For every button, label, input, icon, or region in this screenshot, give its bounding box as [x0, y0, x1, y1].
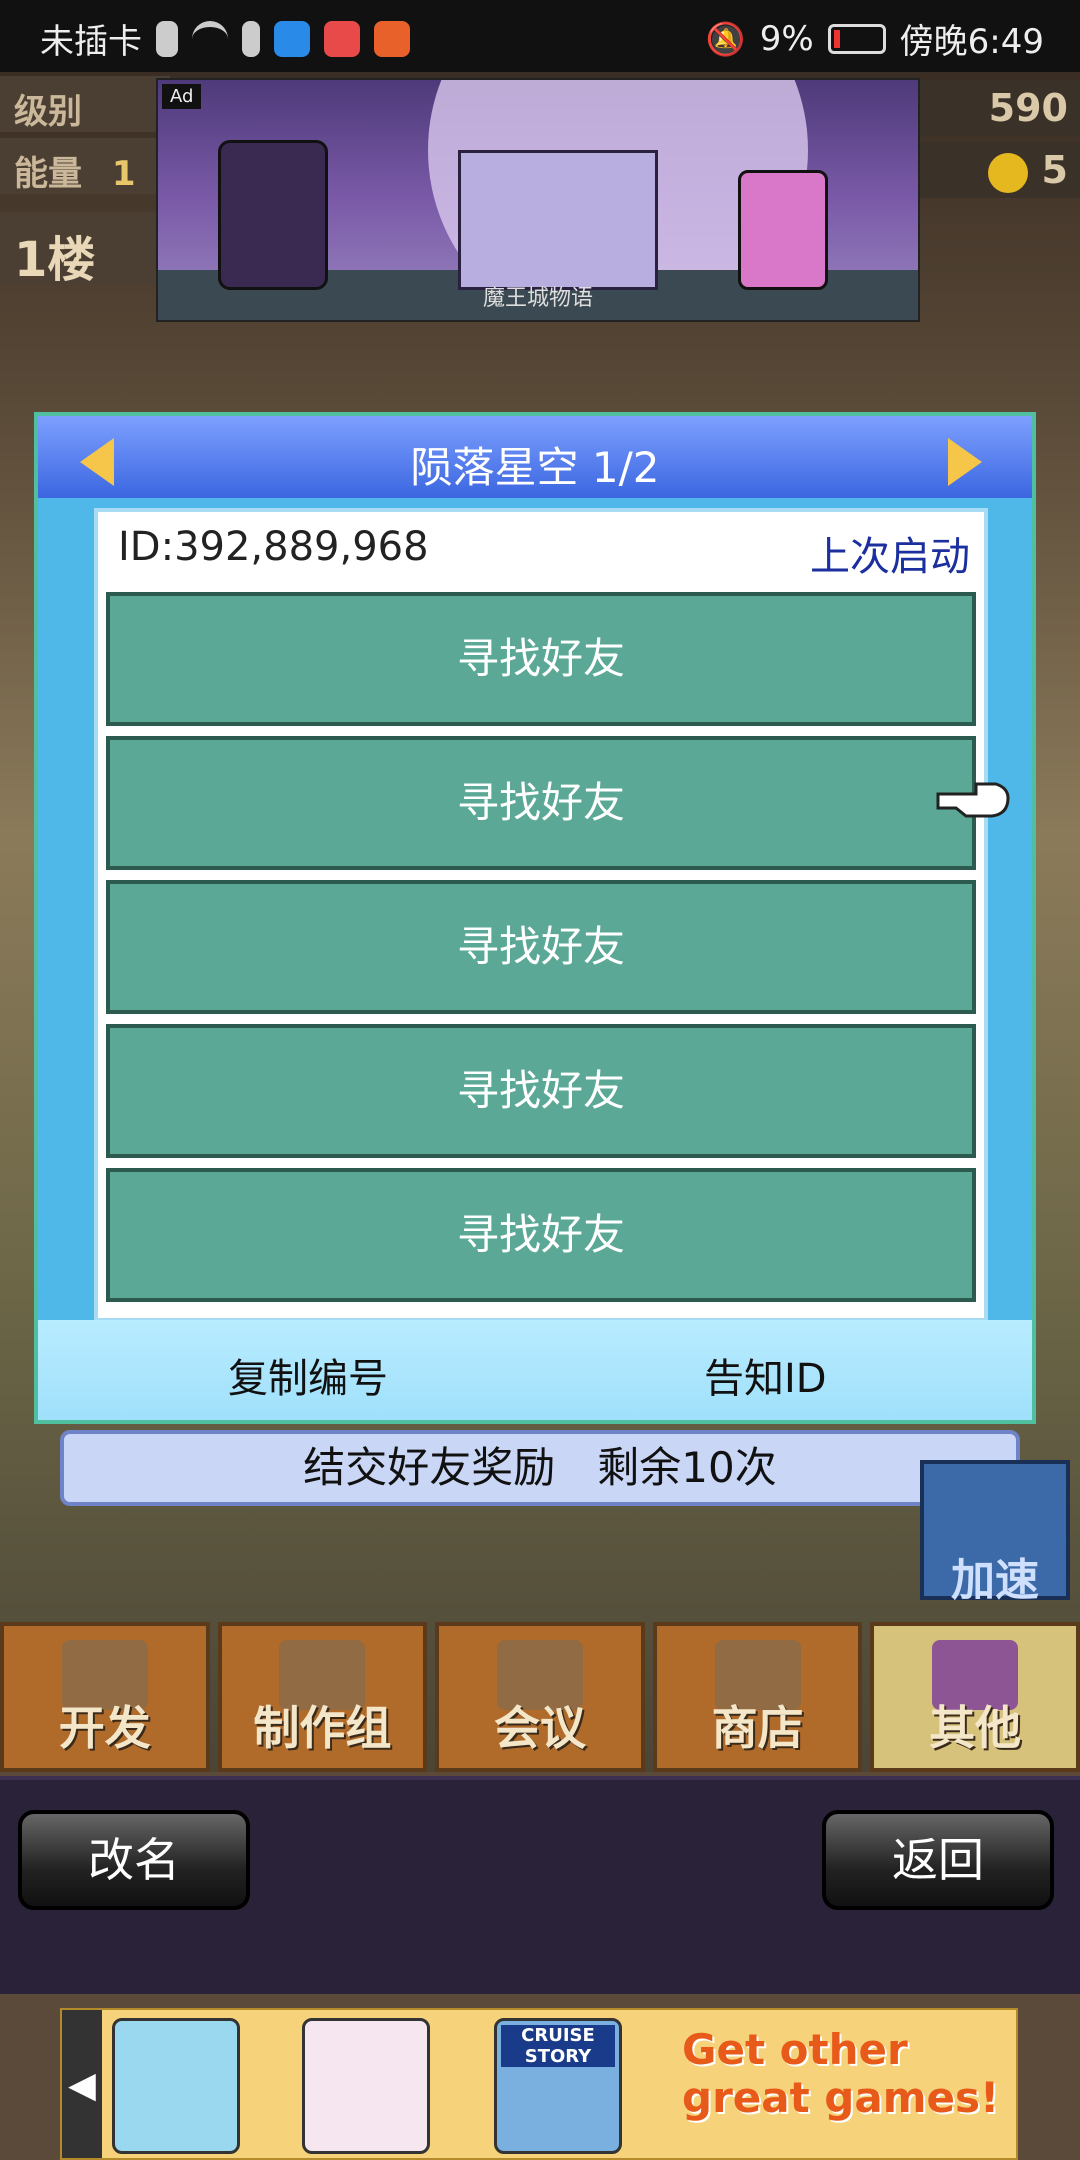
find-friend-button[interactable]: 寻找好友: [106, 736, 976, 870]
coins-value: 5: [1041, 148, 1068, 192]
bottom-ad-banner[interactable]: ◀ CRUISE STORY Get other great games!: [60, 2008, 1018, 2160]
find-friend-button[interactable]: 寻找好友: [106, 592, 976, 726]
hud-energy: 能量 1: [0, 138, 170, 194]
sim-icon: [156, 20, 178, 57]
friend-dialog: 陨落星空 1/2 ID:392,889,968 上次启动 寻找好友 寻找好友 寻…: [34, 412, 1036, 1424]
hud-level: 级别: [0, 76, 170, 132]
player-id: ID:392,889,968: [118, 524, 429, 570]
battery-icon: [827, 23, 886, 54]
demon-character-image: [218, 140, 328, 290]
floor-badge: 1楼: [0, 212, 170, 288]
energy-label: 能量: [14, 154, 82, 194]
game-thumbnail-cruise[interactable]: CRUISE STORY: [494, 2018, 622, 2154]
clock-text: 傍晚6:49: [899, 22, 1044, 62]
tab-label: 制作组: [253, 1701, 392, 1755]
back-button[interactable]: 返回: [822, 1810, 1054, 1910]
friend-reward-bar: 结交好友奖励 剩余10次: [60, 1430, 1020, 1506]
last-launch-label: 上次启动: [810, 534, 970, 580]
points-value: 590: [988, 86, 1068, 130]
wifi-icon: [192, 20, 228, 57]
game-app-icon: [374, 20, 410, 57]
tab-other[interactable]: 其他: [870, 1622, 1080, 1772]
hud-points: 590: [920, 80, 1080, 136]
main-tab-bar: 开发 制作组 会议 商店 其他: [0, 1622, 1080, 1772]
find-friend-button[interactable]: 寻找好友: [106, 1168, 976, 1302]
huawei-app-icon: [324, 20, 360, 57]
tab-label: 开发: [58, 1701, 151, 1755]
mute-icon: 🔕: [705, 19, 746, 58]
hud-coins: 5: [920, 142, 1080, 198]
level-label: 级别: [14, 92, 82, 132]
tab-label: 商店: [711, 1701, 804, 1755]
tab-label: 会议: [493, 1701, 586, 1755]
battery-percent: 9%: [759, 18, 814, 59]
dialog-header: 陨落星空 1/2: [38, 416, 1032, 498]
rename-button[interactable]: 改名: [18, 1810, 250, 1910]
dialog-title: 陨落星空 1/2: [410, 443, 660, 492]
status-bar: 未插卡 🔕 9% 傍晚6:49: [0, 0, 1080, 72]
game-thumbnail-fashion[interactable]: [302, 2018, 430, 2154]
tab-team[interactable]: 制作组: [217, 1622, 428, 1772]
tab-meeting[interactable]: 会议: [435, 1622, 645, 1772]
speed-up-button[interactable]: 加速: [920, 1460, 1070, 1606]
cruise-story-title: CRUISE STORY: [501, 2025, 615, 2067]
bottom-nav: 改名 返回: [0, 1776, 1080, 1994]
ad-prev-arrow-icon[interactable]: ◀: [62, 2010, 102, 2158]
copy-id-button[interactable]: 复制编号: [228, 1346, 388, 1404]
friend-list-panel: ID:392,889,968 上次启动 寻找好友 寻找好友 寻找好友 寻找好友 …: [94, 508, 988, 1322]
top-ad-banner[interactable]: Ad 魔王城物语: [156, 78, 920, 322]
ad-tag: Ad: [162, 84, 202, 109]
coin-icon: [988, 152, 1029, 193]
tab-label: 其他: [929, 1701, 1022, 1755]
battery-saver-icon: [242, 20, 260, 57]
get-other-games-text: Get other great games!: [682, 2025, 1000, 2122]
dialog-footer: 复制编号 告知ID: [38, 1320, 1032, 1420]
pointing-hand-icon: [936, 782, 1010, 818]
game-thumbnail-rocket[interactable]: [112, 2018, 240, 2154]
floor-label: 1楼: [14, 232, 96, 288]
browser-app-icon: [274, 20, 310, 57]
share-id-button[interactable]: 告知ID: [704, 1346, 827, 1404]
castle-image: [458, 150, 658, 290]
carrier-text: 未插卡: [40, 22, 142, 62]
tab-shop[interactable]: 商店: [652, 1622, 863, 1772]
next-page-arrow-icon[interactable]: [948, 438, 982, 486]
energy-value: 1: [111, 154, 136, 194]
speed-up-label: 加速: [951, 1555, 1039, 1606]
find-friend-button[interactable]: 寻找好友: [106, 1024, 976, 1158]
tab-develop[interactable]: 开发: [0, 1622, 210, 1772]
girl-character-image: [738, 170, 828, 290]
find-friend-button[interactable]: 寻找好友: [106, 880, 976, 1014]
ad-caption: 魔王城物语: [482, 286, 593, 311]
